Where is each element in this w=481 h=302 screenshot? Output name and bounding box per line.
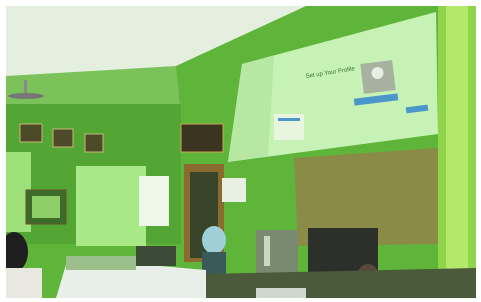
wall-notice: [222, 178, 246, 202]
wall-frame: [52, 128, 74, 148]
classroom-photo: Set up Your Profile: [6, 6, 476, 298]
window-left: [6, 152, 169, 246]
wall-frame: [180, 123, 224, 153]
wall-frame: [84, 133, 104, 153]
lab-equipment: [256, 230, 298, 278]
wall-frame: [19, 123, 43, 143]
